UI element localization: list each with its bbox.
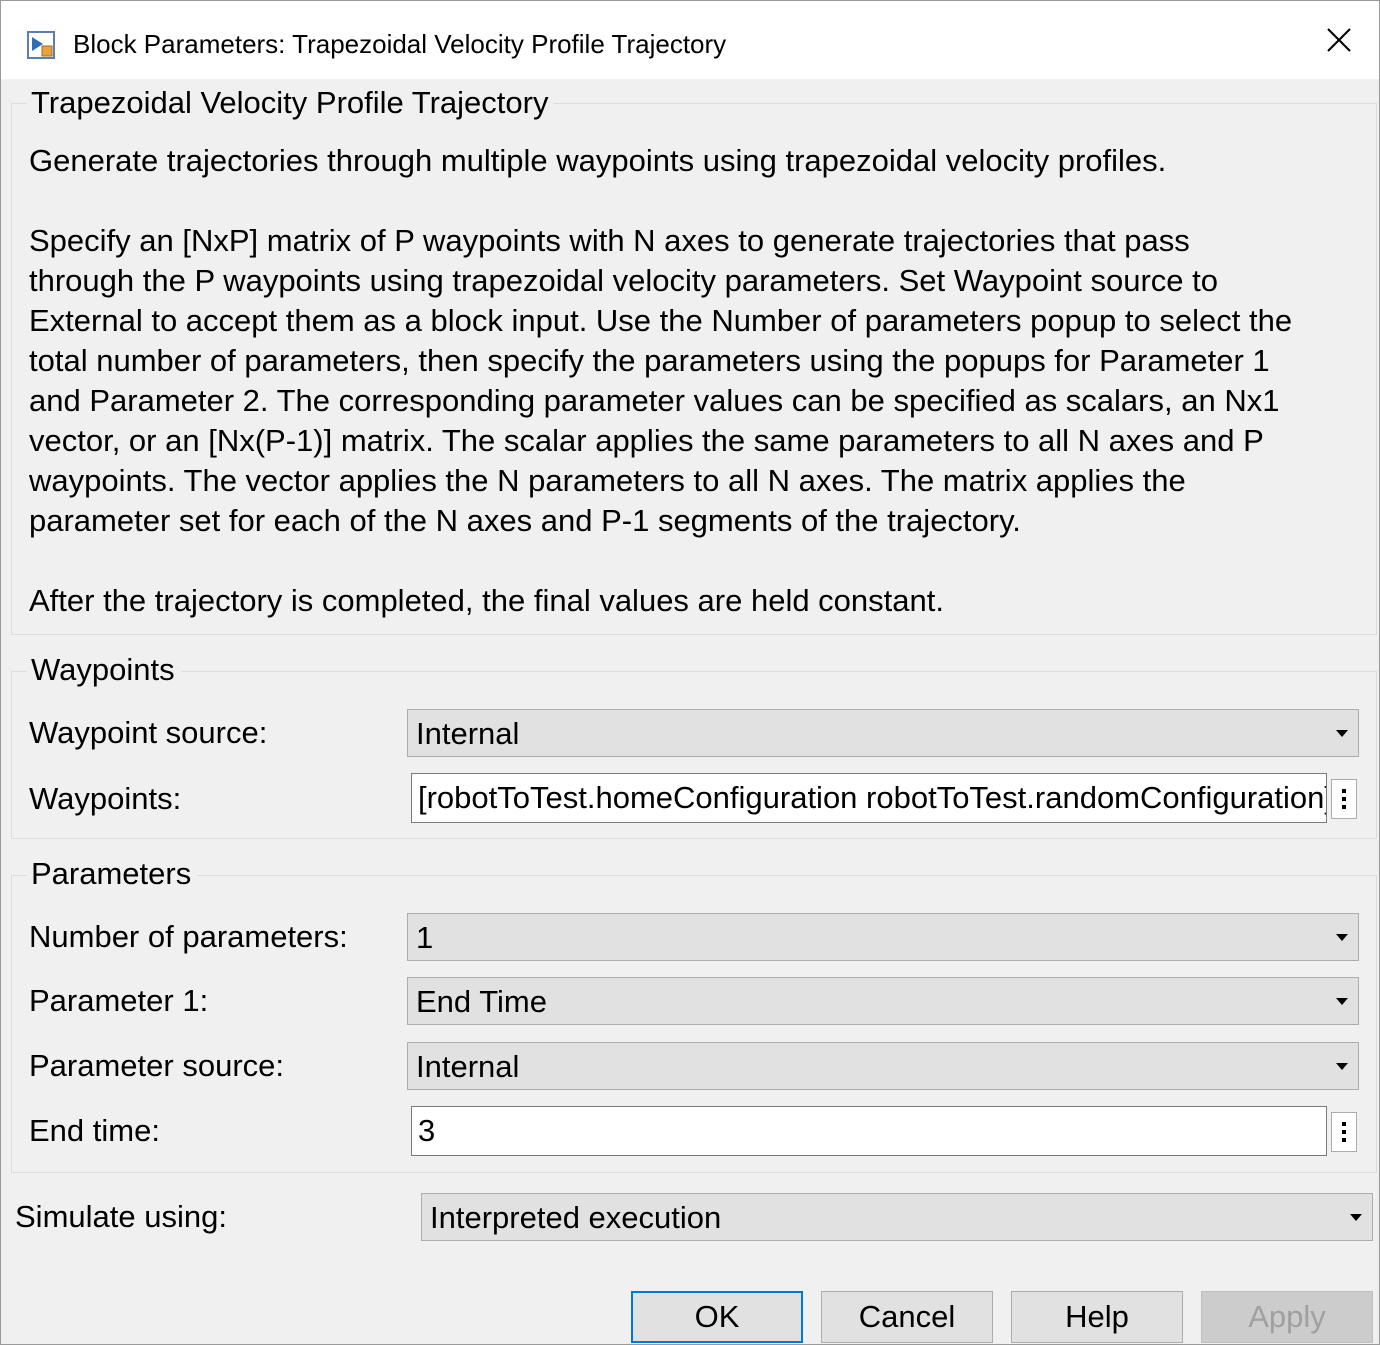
dot-icon [1342,797,1346,801]
apply-button[interactable]: Apply [1201,1291,1373,1343]
waypoints-legend: Waypoints [27,652,181,688]
dot-icon [1342,789,1346,793]
close-button[interactable] [1299,1,1379,79]
waypoint-source-label: Waypoint source: [29,715,268,750]
description-line: through the P waypoints using trapezoida… [29,263,1218,298]
parameter-source-label: Parameter source: [29,1048,284,1083]
dot-icon [1342,1130,1346,1134]
description-line: waypoints. The vector applies the N para… [29,463,1186,498]
parameter-source-dropdown[interactable]: Internal [407,1042,1359,1090]
chevron-down-icon [1336,998,1348,1005]
end-time-field[interactable]: 3 [411,1106,1327,1156]
parameter-1-dropdown[interactable]: End Time [407,977,1359,1025]
description-line: Generate trajectories through multiple w… [29,143,1167,178]
chevron-down-icon [1350,1214,1362,1221]
end-time-label: End time: [29,1113,160,1148]
simulate-using-value: Interpreted execution [430,1200,722,1235]
block-parameters-dialog: Block Parameters: Trapezoidal Velocity P… [0,0,1380,1345]
parameter-1-value: End Time [416,984,547,1019]
waypoints-label: Waypoints: [29,781,182,816]
close-icon [1327,28,1351,52]
description-line: parameter set for each of the N axes and… [29,503,1021,538]
dot-icon [1342,1138,1346,1142]
simulink-block-icon [27,31,55,59]
description-line: Specify an [NxP] matrix of P waypoints w… [29,223,1190,258]
window-title: Block Parameters: Trapezoidal Velocity P… [73,29,727,59]
description-line: External to accept them as a block input… [29,303,1293,338]
waypoint-source-dropdown[interactable]: Internal [407,709,1359,757]
dot-icon [1342,1122,1346,1126]
end-time-more-button[interactable] [1331,1112,1357,1152]
waypoints-more-button[interactable] [1331,779,1357,819]
description-legend: Trapezoidal Velocity Profile Trajectory [27,85,555,121]
number-of-parameters-value: 1 [416,920,434,955]
description-line: After the trajectory is completed, the f… [29,583,944,618]
waypoint-source-value: Internal [416,716,520,751]
ok-button[interactable]: OK [631,1291,803,1343]
chevron-down-icon [1336,1063,1348,1070]
parameters-legend: Parameters [27,856,198,892]
help-button[interactable]: Help [1011,1291,1183,1343]
number-of-parameters-label: Number of parameters: [29,919,348,954]
description-line: total number of parameters, then specify… [29,343,1270,378]
parameter-1-label: Parameter 1: [29,983,209,1018]
simulate-using-dropdown[interactable]: Interpreted execution [421,1193,1373,1241]
waypoints-field[interactable]: [robotToTest.homeConfiguration robotToTe… [411,773,1327,823]
parameter-source-value: Internal [416,1049,520,1084]
description-line: and Parameter 2. The corresponding param… [29,383,1280,418]
chevron-down-icon [1336,934,1348,941]
simulate-using-label: Simulate using: [15,1199,227,1234]
number-of-parameters-dropdown[interactable]: 1 [407,913,1359,961]
cancel-button[interactable]: Cancel [821,1291,993,1343]
chevron-down-icon [1336,730,1348,737]
description-line: vector, or an [Nx(P-1)] matrix. The scal… [29,423,1264,458]
title-bar: Block Parameters: Trapezoidal Velocity P… [1,1,1379,79]
dot-icon [1342,805,1346,809]
